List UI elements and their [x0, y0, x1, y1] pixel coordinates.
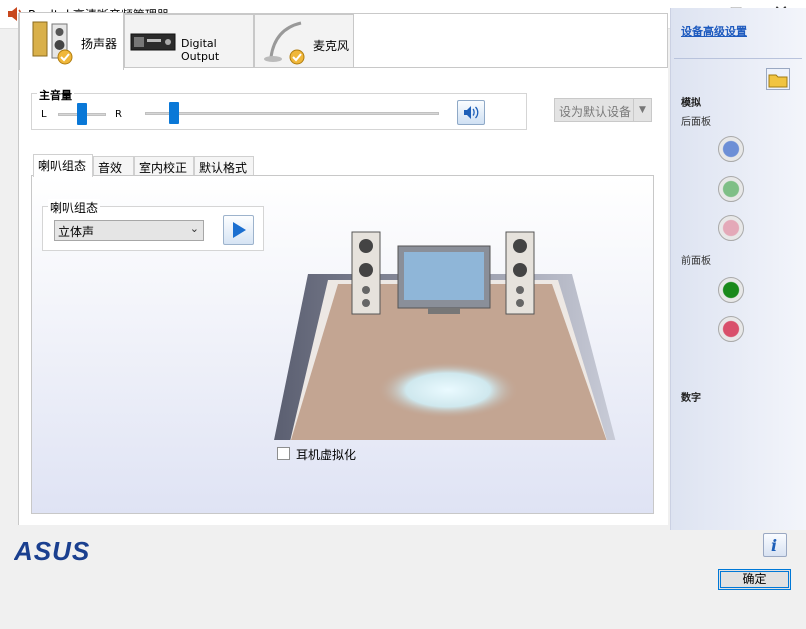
- info-icon: i: [771, 536, 777, 555]
- front-jack-pink[interactable]: [718, 316, 744, 342]
- speaker-config-select[interactable]: 立体声 ⌄: [54, 220, 204, 241]
- digital-output-icon: [130, 33, 176, 51]
- microphone-icon: [264, 21, 305, 65]
- chevron-down-icon: ⌄: [189, 222, 199, 235]
- balance-slider-thumb[interactable]: [77, 103, 87, 125]
- balance-left-label: L: [41, 109, 47, 120]
- ok-button[interactable]: 确定: [718, 569, 791, 590]
- play-test-button[interactable]: [223, 215, 254, 245]
- analog-heading: 模拟: [681, 98, 701, 109]
- volume-icon: [464, 106, 479, 119]
- tab-microphone[interactable]: 麦克风: [254, 14, 354, 70]
- play-icon: [233, 222, 246, 238]
- tab-room-correction[interactable]: 室内校正: [134, 156, 194, 176]
- chevron-down-icon[interactable]: ▼: [633, 99, 651, 121]
- front-jack-green[interactable]: [718, 277, 744, 303]
- speaker-config-value: 立体声: [58, 225, 95, 239]
- advanced-settings-link[interactable]: 设备高级设置: [681, 23, 747, 39]
- speaker-config-legend: 喇叭组态: [48, 199, 101, 216]
- rear-jack-pink[interactable]: [718, 215, 744, 241]
- rear-panel-label: 后面板: [681, 117, 711, 128]
- folder-button[interactable]: [766, 68, 790, 90]
- headphone-virtualization-checkbox[interactable]: [277, 447, 290, 460]
- right-speaker-icon: [505, 231, 535, 315]
- master-volume-track[interactable]: [145, 112, 439, 115]
- folder-icon: [768, 74, 788, 88]
- digital-heading: 数字: [681, 393, 701, 404]
- rear-jack-blue[interactable]: [718, 136, 744, 162]
- headphone-virtualization-label: 耳机虚拟化: [296, 448, 357, 462]
- tab-speakers[interactable]: 扬声器: [19, 12, 124, 70]
- front-panel-label: 前面板: [681, 256, 711, 267]
- speaker-room-illustration: [274, 231, 616, 440]
- sidebar-divider: [674, 58, 802, 59]
- info-button[interactable]: i: [763, 533, 787, 557]
- mute-button[interactable]: [457, 100, 485, 125]
- rear-jack-green[interactable]: [718, 176, 744, 202]
- set-default-device-button[interactable]: 设为默认设备 ▼: [554, 98, 652, 122]
- set-default-device-label: 设为默认设备: [559, 105, 632, 119]
- tab-speakers-label: 扬声器: [81, 37, 118, 51]
- tab-speaker-config[interactable]: 喇叭组态: [33, 154, 93, 177]
- tv-icon: [397, 245, 491, 314]
- tab-microphone-label: 麦克风: [313, 39, 350, 53]
- tab-digital-output-label: Digital Output: [181, 37, 220, 63]
- svg-text:i: i: [771, 536, 777, 555]
- tab-default-format[interactable]: 默认格式: [194, 156, 254, 176]
- balance-right-label: R: [115, 109, 122, 120]
- tab-sound-effects[interactable]: 音效: [93, 156, 134, 176]
- left-speaker-icon: [351, 231, 381, 315]
- master-volume-legend: 主音量: [37, 87, 74, 103]
- svg-text:ASUS: ASUS: [14, 538, 90, 564]
- speaker-icon: [32, 21, 73, 65]
- asus-logo: ASUS: [14, 538, 90, 564]
- master-volume-thumb[interactable]: [169, 102, 180, 124]
- tab-digital-output[interactable]: Digital Output: [124, 14, 254, 70]
